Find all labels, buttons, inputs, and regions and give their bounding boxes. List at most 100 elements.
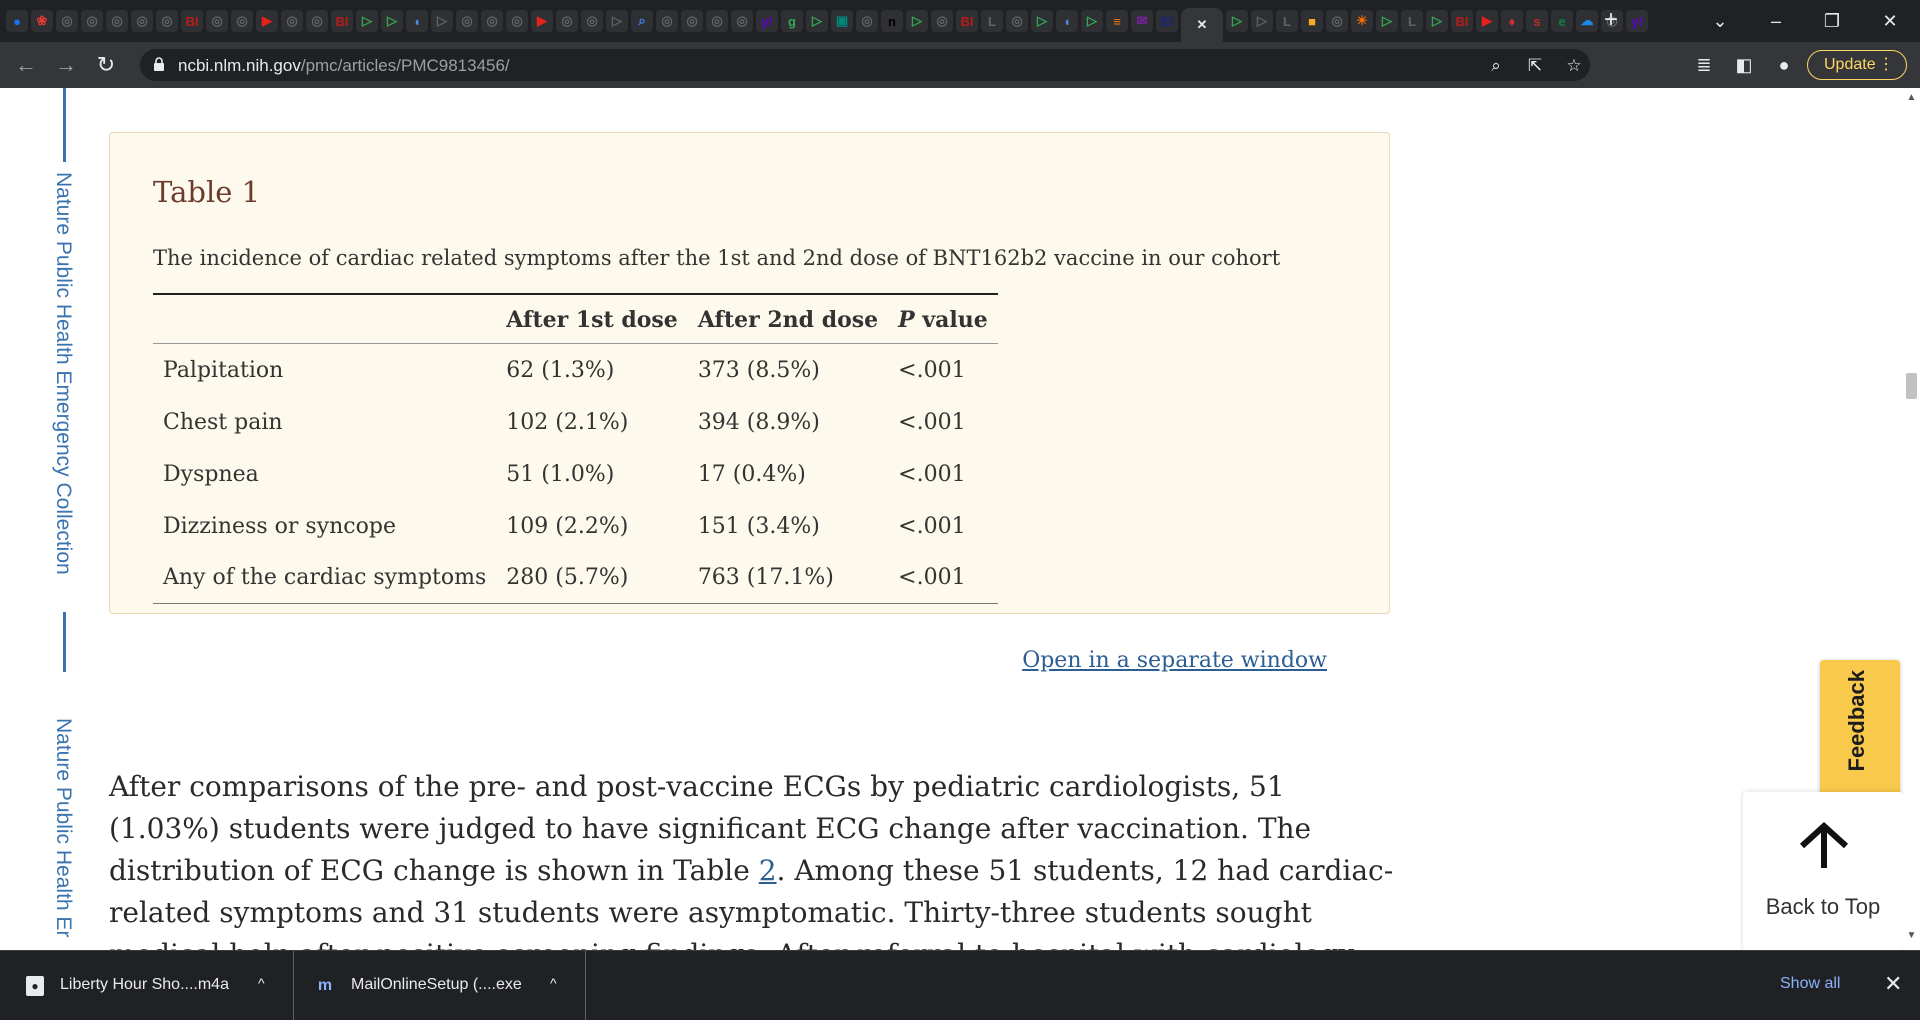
grey-circle-favicon[interactable]: ◎ xyxy=(456,10,478,32)
scroll-down-arrow-icon[interactable]: ▼ xyxy=(1903,930,1920,944)
grey-circle-favicon[interactable]: ◎ xyxy=(56,10,78,32)
grey-circle-favicon[interactable]: ◎ xyxy=(581,10,603,32)
green-play-favicon[interactable]: ▷ xyxy=(1081,10,1103,32)
grey-circle-favicon[interactable]: ◎ xyxy=(656,10,678,32)
bi-favicon[interactable]: BI xyxy=(956,10,978,32)
active-tab-close-button[interactable]: ✕ xyxy=(1181,8,1223,42)
lit-favicon[interactable]: L xyxy=(1276,10,1298,32)
grey-circle-favicon[interactable]: ◎ xyxy=(306,10,328,32)
s-favicon[interactable]: s xyxy=(1526,10,1548,32)
feedback-label: Feedback xyxy=(1844,670,1869,772)
zoom-icon[interactable]: ⌕ xyxy=(1485,55,1507,77)
reading-list-icon[interactable]: ≣ xyxy=(1692,53,1716,77)
open-separate-window-link[interactable]: Open in a separate window xyxy=(1022,648,1327,673)
grey-circle-favicon[interactable]: ◎ xyxy=(1006,10,1028,32)
grey-play-favicon[interactable]: ▷ xyxy=(431,10,453,32)
edge-favicon[interactable]: e xyxy=(1551,10,1573,32)
lit-favicon[interactable]: L xyxy=(1401,10,1423,32)
download-item[interactable]: ● Liberty Hour Sho....m4a ^ xyxy=(0,951,294,1020)
minimize-button[interactable]: – xyxy=(1756,6,1796,36)
purple-mail-favicon[interactable]: ✉ xyxy=(1131,10,1153,32)
grey-circle-favicon[interactable]: ◎ xyxy=(131,10,153,32)
restore-button[interactable]: ❐ xyxy=(1812,6,1852,36)
back-to-top-button[interactable]: Back to Top xyxy=(1743,792,1903,950)
table-cell: 394 (8.9%) xyxy=(697,409,820,435)
scrollbar-thumb[interactable] xyxy=(1906,373,1917,399)
table-cell: <.001 xyxy=(898,565,966,591)
side-panel-icon[interactable]: ◧ xyxy=(1732,53,1756,77)
green-play-favicon[interactable]: ▷ xyxy=(1376,10,1398,32)
search-favicon[interactable]: ⌕ xyxy=(631,10,653,32)
youtube-favicon[interactable]: ▶ xyxy=(1476,10,1498,32)
grey-circle-favicon[interactable]: ◎ xyxy=(556,10,578,32)
show-all-downloads-button[interactable]: Show all xyxy=(1780,975,1840,993)
grey-circle-favicon[interactable]: ◎ xyxy=(156,10,178,32)
globe-favicon[interactable]: ● xyxy=(6,10,28,32)
download-menu-caret-icon[interactable]: ^ xyxy=(258,975,265,991)
collection-banner[interactable]: Nature Public Health Emergency Collectio… xyxy=(50,88,80,950)
grey-circle-favicon[interactable]: ◎ xyxy=(856,10,878,32)
green-play-favicon[interactable]: ▷ xyxy=(806,10,828,32)
profile-icon[interactable]: ● xyxy=(1772,53,1796,77)
grey-circle-favicon[interactable]: ◎ xyxy=(231,10,253,32)
grey-circle-favicon[interactable]: ◎ xyxy=(81,10,103,32)
green-play-favicon[interactable]: ▷ xyxy=(381,10,403,32)
back-button[interactable]: ← xyxy=(12,51,40,79)
download-item[interactable]: m MailOnlineSetup (....exe ^ xyxy=(294,951,586,1020)
green-play-favicon[interactable]: ▷ xyxy=(1031,10,1053,32)
close-download-shelf-icon[interactable]: ✕ xyxy=(1884,971,1902,997)
green-g-favicon[interactable]: g xyxy=(781,10,803,32)
close-window-button[interactable]: ✕ xyxy=(1870,6,1910,36)
shield-favicon[interactable]: ◖ xyxy=(1056,10,1078,32)
scrollbar[interactable]: ▲ ▼ xyxy=(1903,88,1920,950)
update-button[interactable]: Update ⋮ xyxy=(1807,50,1907,80)
grey-circle-favicon[interactable]: ◎ xyxy=(281,10,303,32)
tab-search-button[interactable]: ⌄ xyxy=(1700,6,1740,36)
youtube-favicon[interactable]: ▶ xyxy=(256,10,278,32)
collection-label[interactable]: Nature Public Health Er xyxy=(51,718,75,937)
red-favicon[interactable]: ♦ xyxy=(1501,10,1523,32)
reload-button[interactable]: ↻ xyxy=(92,51,120,79)
bi-favicon[interactable]: BI xyxy=(1451,10,1473,32)
red-star-favicon[interactable]: ❀ xyxy=(31,10,53,32)
table-2-link[interactable]: 2 xyxy=(759,854,777,887)
ei-favicon[interactable]: EI xyxy=(1156,10,1178,32)
grey-circle-favicon[interactable]: ◎ xyxy=(706,10,728,32)
download-menu-caret-icon[interactable]: ^ xyxy=(550,975,557,991)
green-play-favicon[interactable]: ▷ xyxy=(1226,10,1248,32)
grey-circle-favicon[interactable]: ◎ xyxy=(1326,10,1348,32)
green-play-favicon[interactable]: ▷ xyxy=(906,10,928,32)
bi-favicon[interactable]: BI xyxy=(331,10,353,32)
address-bar[interactable]: ncbi.nlm.nih.gov/pmc/articles/PMC9813456… xyxy=(140,49,1590,81)
youtube-favicon[interactable]: ▶ xyxy=(531,10,553,32)
orange-sun-favicon[interactable]: ☀ xyxy=(1351,10,1373,32)
bookmark-star-icon[interactable]: ☆ xyxy=(1563,55,1585,77)
yahoo-favicon[interactable]: y! xyxy=(756,10,778,32)
grey-circle-favicon[interactable]: ◎ xyxy=(931,10,953,32)
bi-favicon[interactable]: BI xyxy=(181,10,203,32)
grey-circle-favicon[interactable]: ◎ xyxy=(681,10,703,32)
url-path: /pmc/articles/PMC9813456/ xyxy=(300,56,510,75)
cloud-favicon[interactable]: ☁ xyxy=(1576,10,1598,32)
yahoo-favicon[interactable]: y! xyxy=(1626,10,1648,32)
grey-play-favicon[interactable]: ▷ xyxy=(606,10,628,32)
grey-circle-favicon[interactable]: ◎ xyxy=(731,10,753,32)
orange-bookmark-favicon[interactable]: ≡ xyxy=(1106,10,1128,32)
forward-button[interactable]: → xyxy=(52,51,80,79)
new-tab-button[interactable]: + xyxy=(1598,8,1624,34)
grey-circle-favicon[interactable]: ◎ xyxy=(206,10,228,32)
n-favicon[interactable]: n xyxy=(881,10,903,32)
lit-favicon[interactable]: L xyxy=(981,10,1003,32)
teal-favicon[interactable]: ▣ xyxy=(831,10,853,32)
collection-label[interactable]: Nature Public Health Emergency Collectio… xyxy=(51,172,75,575)
share-icon[interactable]: ⇱ xyxy=(1524,55,1546,77)
grey-circle-favicon[interactable]: ◎ xyxy=(481,10,503,32)
shield-favicon[interactable]: ◖ xyxy=(406,10,428,32)
green-play-favicon[interactable]: ▷ xyxy=(1426,10,1448,32)
grey-play-favicon[interactable]: ▷ xyxy=(1251,10,1273,32)
grey-circle-favicon[interactable]: ◎ xyxy=(506,10,528,32)
yellow-favicon[interactable]: ■ xyxy=(1301,10,1323,32)
green-play-favicon[interactable]: ▷ xyxy=(356,10,378,32)
scroll-up-arrow-icon[interactable]: ▲ xyxy=(1903,92,1920,106)
grey-circle-favicon[interactable]: ◎ xyxy=(106,10,128,32)
